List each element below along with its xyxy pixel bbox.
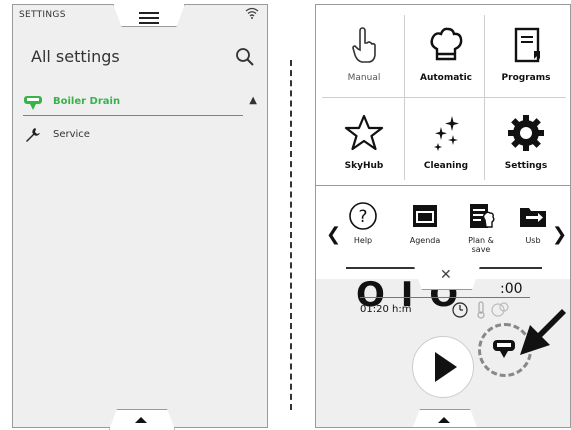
main-menu-grid: Manual Automatic Programs SkyHub Cleanin… <box>316 5 570 187</box>
hand-pointer-icon <box>352 27 376 63</box>
hamburger-menu-icon[interactable] <box>139 12 159 27</box>
menu-label: Programs <box>501 73 551 83</box>
wrench-icon <box>26 128 40 142</box>
quick-label: Help <box>353 236 373 245</box>
menu-automatic[interactable]: Automatic <box>404 11 488 99</box>
menu-skyhub[interactable]: SkyHub <box>322 99 406 187</box>
quick-label: Agenda <box>409 236 441 245</box>
quick-usb[interactable]: Usb <box>510 200 556 245</box>
gear-icon <box>508 115 544 151</box>
settings-screen: SETTINGS All settings Boiler Drain ▲ Ser… <box>12 4 268 430</box>
clock-underline <box>360 297 530 298</box>
chevron-up-icon: ▲ <box>249 95 257 106</box>
wifi-icon <box>245 7 259 19</box>
book-icon <box>514 27 540 63</box>
help-icon: ? <box>349 202 377 230</box>
menu-label: Manual <box>347 73 381 83</box>
chevron-left-icon[interactable]: ❮ <box>326 224 341 245</box>
settings-item-label: Service <box>53 129 90 140</box>
quick-agenda[interactable]: Agenda <box>402 200 448 245</box>
humidity-icon <box>491 302 509 317</box>
usb-folder-icon <box>520 208 546 227</box>
header-title: SETTINGS <box>19 10 66 20</box>
chevron-up-icon[interactable] <box>438 417 450 423</box>
settings-item-label: Boiler Drain <box>53 96 121 107</box>
chef-hat-icon <box>430 27 463 61</box>
menu-cleaning[interactable]: Cleaning <box>404 99 488 187</box>
settings-item-boiler-drain[interactable]: Boiler Drain ▲ <box>23 91 261 117</box>
star-icon <box>344 114 384 151</box>
menu-programs[interactable]: Programs <box>484 11 568 99</box>
menu-label: Cleaning <box>423 161 469 171</box>
dashed-divider <box>290 60 292 410</box>
thermometer-icon <box>477 301 485 319</box>
chevron-up-icon[interactable] <box>135 417 147 423</box>
close-icon[interactable]: ✕ <box>440 267 452 283</box>
duration-text: 01:20 h:m <box>360 304 412 315</box>
menu-label: Automatic <box>419 73 473 83</box>
status-icons <box>452 301 509 319</box>
menu-label: SkyHub <box>344 161 384 171</box>
menu-settings[interactable]: Settings <box>484 99 568 187</box>
play-icon <box>435 352 457 382</box>
menu-manual[interactable]: Manual <box>322 11 406 99</box>
boiler-drain-icon[interactable] <box>492 339 516 361</box>
clock-minutes: :00 <box>500 281 523 297</box>
pointer-arrow-icon <box>520 309 566 355</box>
svg-text:?: ? <box>358 207 367 227</box>
quick-label: Plan & save <box>468 236 494 254</box>
home-screen: Manual Automatic Programs SkyHub Cleanin… <box>315 4 571 428</box>
quick-help[interactable]: ? Help <box>340 200 386 245</box>
settings-item-service[interactable]: Service <box>23 125 261 145</box>
quick-access-bar: ❮ ❯ ? Help Agenda Plan & save Usb <box>316 185 570 280</box>
sparkle-icon <box>434 116 459 151</box>
clock-icon <box>452 302 468 318</box>
boiler-drain-icon <box>24 96 42 110</box>
search-icon[interactable] <box>235 47 255 67</box>
plan-save-icon <box>470 204 495 228</box>
agenda-icon <box>413 205 437 227</box>
menu-label: Settings <box>504 161 548 171</box>
start-button[interactable] <box>412 336 474 398</box>
selection-underline <box>23 115 243 116</box>
quick-label: Usb <box>525 236 541 245</box>
quick-plan-save[interactable]: Plan & save <box>458 200 504 254</box>
page-title: All settings <box>31 47 120 66</box>
